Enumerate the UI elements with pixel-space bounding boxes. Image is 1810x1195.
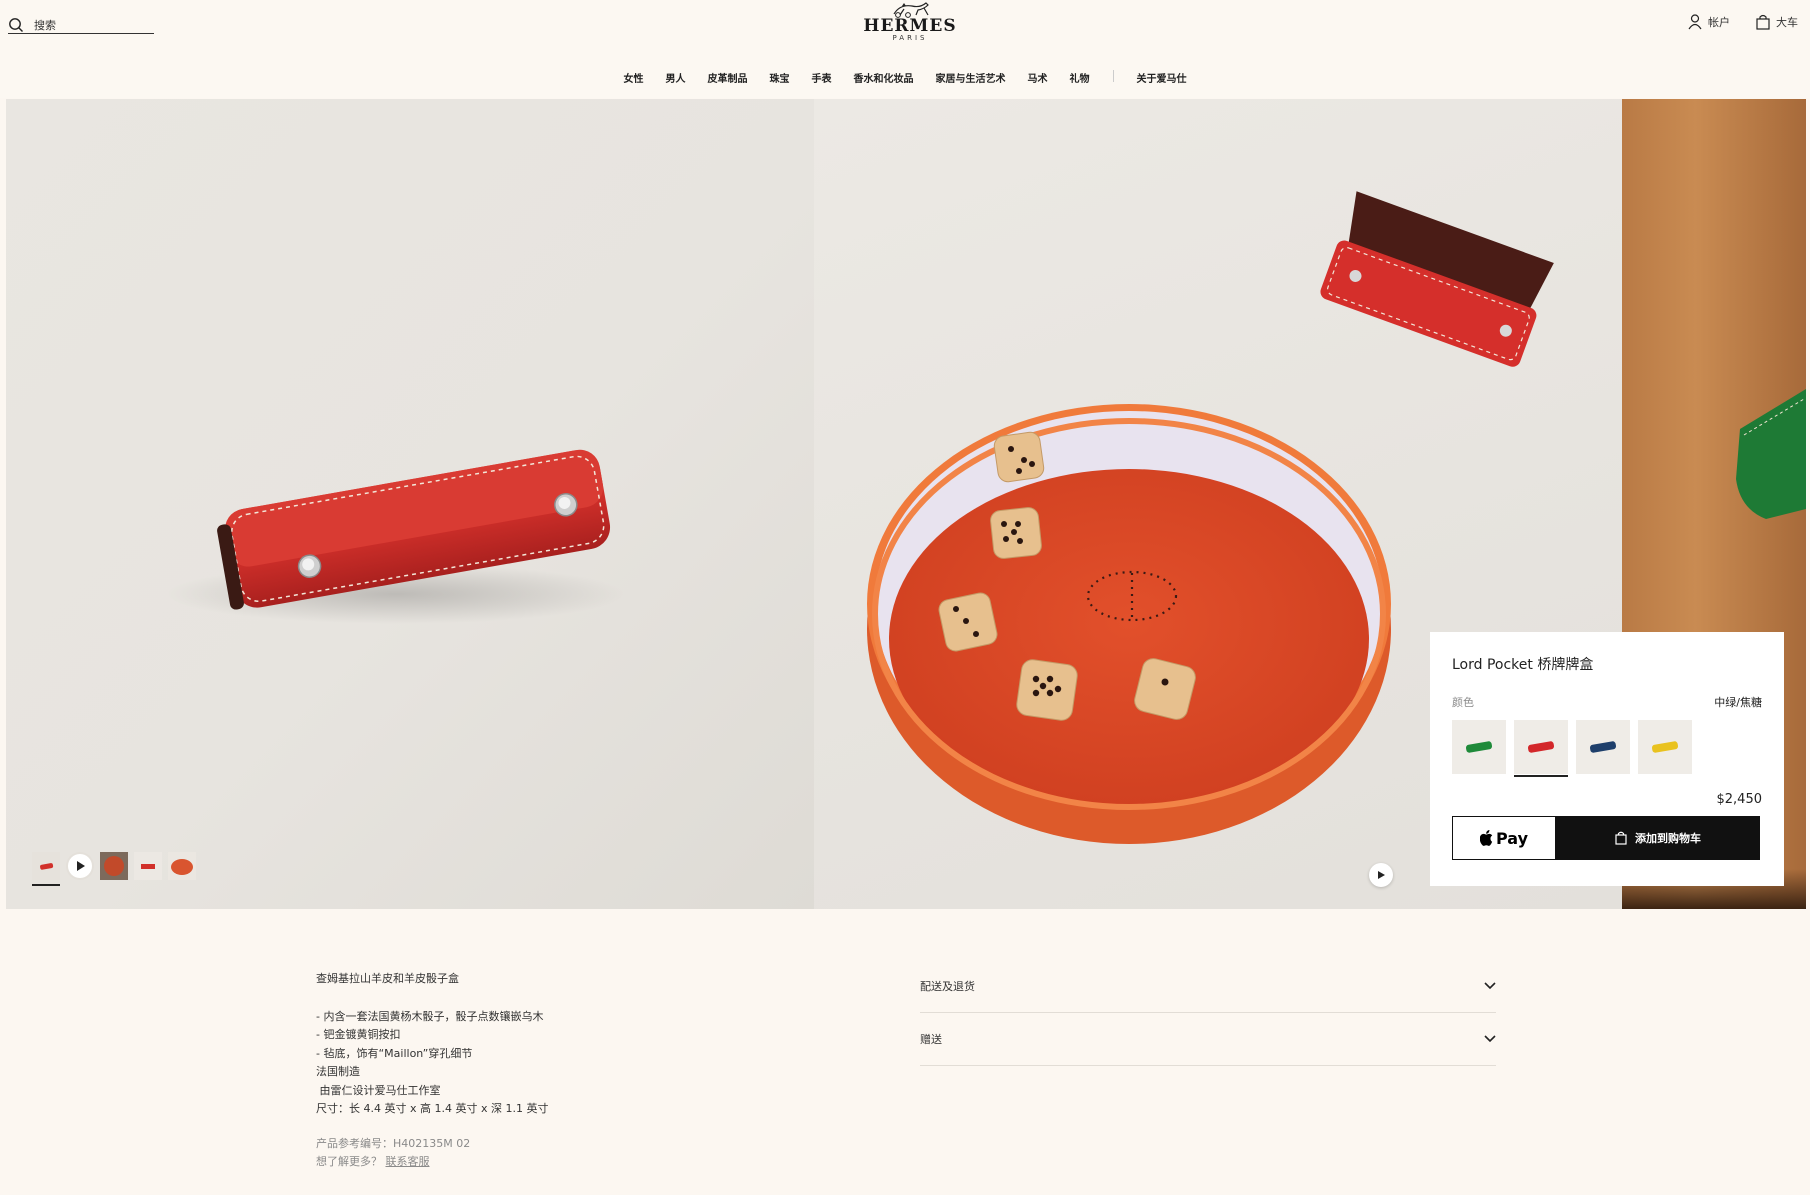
more-prefix: 想了解更多？	[316, 1154, 382, 1168]
thumb-dice-tray[interactable]	[100, 852, 128, 880]
nav-item-jewelry[interactable]: 珠宝	[770, 70, 790, 85]
swatch-red-preview	[1527, 740, 1555, 754]
info-accordion: 配送及退货 赠送	[920, 960, 1496, 1066]
thumb-case-icon	[40, 863, 54, 870]
brand-name: HERMES	[863, 16, 957, 36]
swatch-green[interactable]	[1452, 720, 1506, 774]
bag-icon	[1756, 14, 1770, 30]
hermes-logo[interactable]: HERMES PARIS	[862, 2, 958, 50]
description-line: - 内含一套法国黄杨木骰子，骰子点数镶嵌乌木	[316, 1009, 544, 1023]
nav-item-men[interactable]: 男人	[666, 70, 686, 85]
purchase-buttons: Pay 添加到购物车	[1452, 816, 1762, 860]
swatch-yellow[interactable]	[1638, 720, 1692, 774]
play-icon	[68, 854, 92, 878]
accordion-shipping-label: 配送及退货	[920, 980, 975, 993]
description-line: - 钯金镀黄铜按扣	[316, 1028, 401, 1041]
cart-link[interactable]: 大车	[1756, 14, 1798, 30]
apple-icon	[1479, 830, 1493, 846]
chevron-down-icon	[1484, 1035, 1496, 1043]
product-image-case[interactable]	[6, 99, 814, 909]
color-value: 中绿/焦糖	[1714, 696, 1762, 709]
thumb-flat-icon	[141, 864, 155, 869]
nav-item-equestrian[interactable]: 马术	[1028, 70, 1048, 85]
red-case-illustration	[166, 449, 626, 624]
product-card: Lord Pocket 桥牌牌盒 颜色 中绿/焦糖 $2,450 Pay 添加到…	[1430, 632, 1784, 886]
color-label: 颜色	[1452, 696, 1474, 709]
product-title: Lord Pocket 桥牌牌盒	[1452, 657, 1594, 673]
accordion-shipping-returns[interactable]: 配送及退货	[920, 960, 1496, 1013]
play-icon	[1378, 871, 1385, 879]
product-meta: 产品参考编号：H402135M 02 想了解更多？ 联系客服	[316, 1135, 716, 1171]
nav-item-women[interactable]: 女性	[624, 70, 644, 85]
description-line: - 毡底，饰有“Maillon”穿孔细节	[316, 1046, 473, 1060]
nav-item-home[interactable]: 家居与生活艺术	[936, 70, 1006, 85]
description-line: 法国制造	[316, 1065, 360, 1078]
thumb-video[interactable]	[66, 852, 94, 880]
user-icon	[1688, 14, 1702, 30]
add-to-cart-button[interactable]: 添加到购物车	[1556, 816, 1760, 860]
contact-row: 想了解更多？ 联系客服	[316, 1153, 716, 1171]
cart-label: 大车	[1776, 16, 1798, 29]
main-nav: 女性 男人 皮革制品 珠宝 手表 香水和化妆品 家居与生活艺术 马术 礼物 关于…	[0, 70, 1810, 85]
swatch-navy-preview	[1589, 740, 1617, 754]
color-swatches	[1452, 720, 1762, 777]
product-reference: 产品参考编号：H402135M 02	[316, 1136, 471, 1150]
play-video-button[interactable]	[1369, 863, 1393, 887]
thumbnail-strip	[32, 852, 202, 886]
thumb-tray-top-icon	[171, 859, 193, 875]
search-icon	[9, 17, 23, 32]
description-line: 尺寸：长 4.4 英寸 x 高 1.4 英寸 x 深 1.1 英寸	[316, 1102, 549, 1115]
thumb-tray-icon	[104, 856, 124, 876]
description-heading: 查姆基拉山羊皮和羊皮骰子盒	[316, 972, 459, 985]
apple-pay-label: Pay	[1495, 828, 1529, 848]
swatch-yellow-preview	[1651, 740, 1679, 754]
add-to-cart-label: 添加到购物车	[1635, 832, 1701, 845]
nav-divider	[1112, 70, 1114, 82]
thumb-tray-top[interactable]	[168, 852, 196, 880]
product-price: $2,450	[1716, 792, 1763, 807]
description-line: 由雷仁设计爱马仕工作室	[316, 1083, 441, 1097]
thumb-red-case[interactable]	[32, 852, 60, 886]
swatch-red[interactable]	[1514, 720, 1568, 777]
nav-item-leather[interactable]: 皮革制品	[708, 70, 748, 85]
accordion-gifting[interactable]: 赠送	[920, 1013, 1496, 1066]
site-header: 搜索 HERMES PARIS 帐户 大车 女性 男人 皮革制品 珠宝 手表 香…	[0, 0, 1810, 98]
account-link[interactable]: 帐户	[1688, 14, 1730, 30]
accordion-gifting-label: 赠送	[920, 1033, 942, 1046]
nav-item-watches[interactable]: 手表	[812, 70, 832, 85]
bag-icon	[1615, 831, 1627, 845]
nav-item-about[interactable]: 关于爱马仕	[1137, 70, 1187, 85]
search-input[interactable]: 搜索	[34, 17, 56, 33]
swatch-green-preview	[1465, 740, 1493, 754]
nav-item-fragrance[interactable]: 香水和化妆品	[854, 70, 914, 85]
search-bar[interactable]: 搜索	[8, 16, 154, 34]
swatch-navy[interactable]	[1576, 720, 1630, 774]
account-label: 帐户	[1708, 16, 1730, 29]
chevron-down-icon	[1484, 982, 1496, 990]
thumb-case-flat[interactable]	[134, 852, 162, 880]
apple-pay-button[interactable]: Pay	[1452, 816, 1556, 860]
nav-item-gifts[interactable]: 礼物	[1070, 70, 1090, 85]
product-description: 查姆基拉山羊皮和羊皮骰子盒 - 内含一套法国黄杨木骰子，骰子点数镶嵌乌木 - 钯…	[316, 970, 716, 1171]
contact-service-link[interactable]: 联系客服	[386, 1155, 430, 1168]
color-row: 颜色 中绿/焦糖	[1452, 694, 1762, 710]
